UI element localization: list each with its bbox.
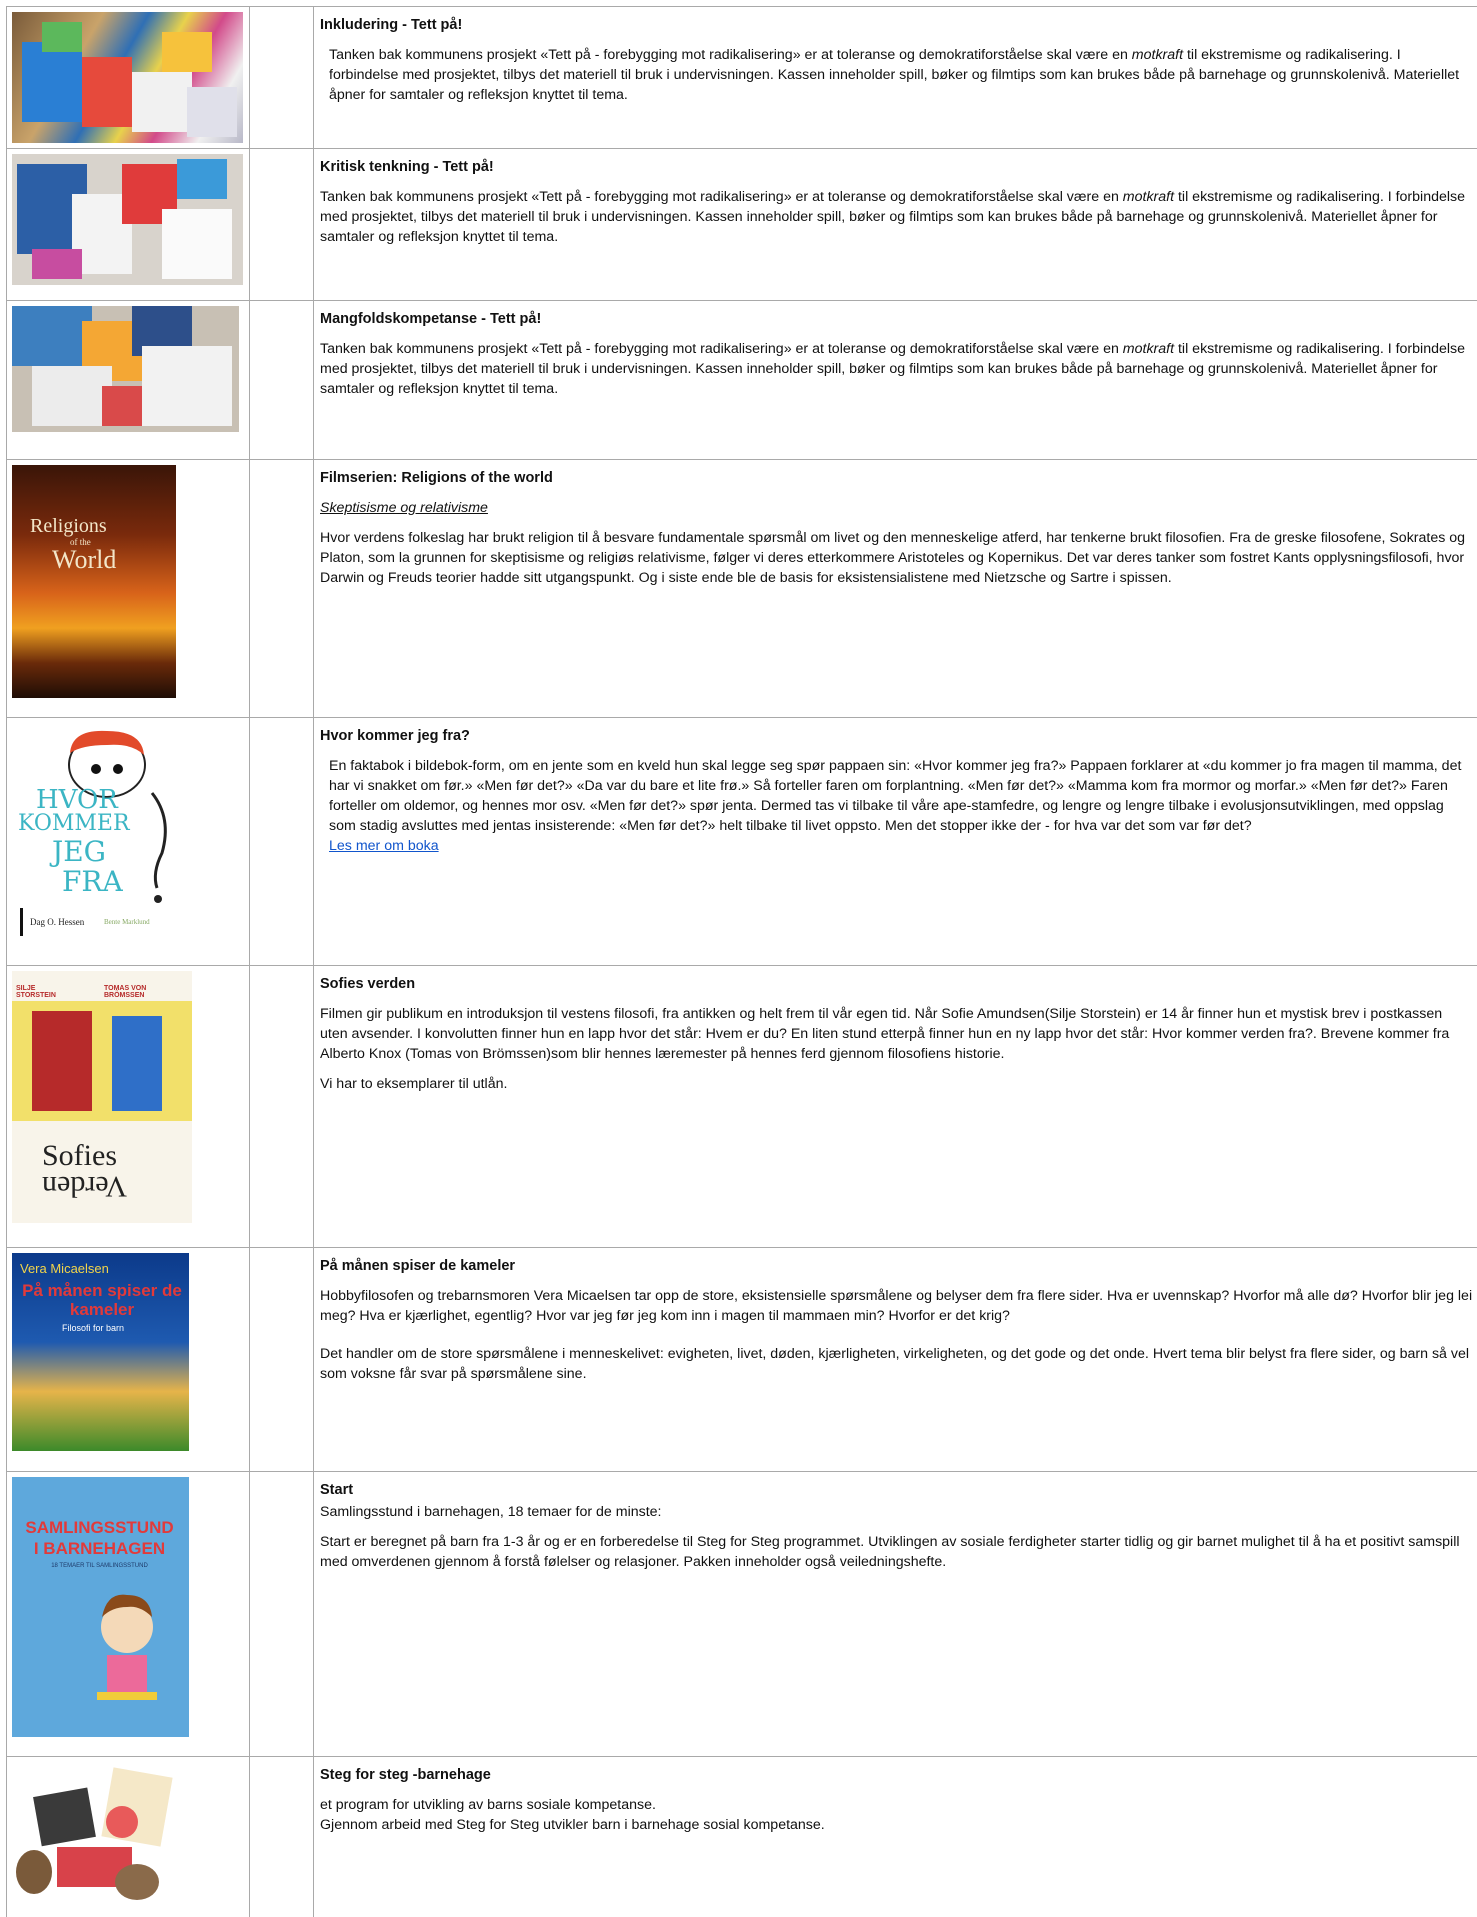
table-row: SAMLINGSSTUND I BARNEHAGEN 18 TEMAER TIL…: [6, 1471, 1477, 1756]
description-cell: Inkludering - Tett på! Tanken bak kommun…: [314, 7, 1477, 148]
description-cell: Sofies verden Filmen gir publikum en int…: [314, 966, 1477, 1247]
photo-cell: [6, 149, 250, 300]
cover-word-2: Verden: [42, 1170, 127, 1203]
cover-word-1: Sofies: [42, 1139, 117, 1172]
item-description: En faktabok i bildebok-form, om en jente…: [329, 758, 1462, 834]
empty-cell: [250, 1757, 314, 1917]
item-title: Mangfoldskompetanse - Tett på!: [320, 311, 542, 327]
item-subline: Samlingsstund i barnehagen, 18 temaer fo…: [320, 1504, 662, 1520]
empty-cell: [250, 966, 314, 1247]
description-cell: Start Samlingsstund i barnehagen, 18 tem…: [314, 1472, 1477, 1756]
empty-cell: [250, 301, 314, 459]
book-cover-hvor-kommer-jeg-fra: HVOR KOMMER JEG FRA Dag O. Hessen Bente …: [12, 723, 187, 943]
item-title: Kritisk tenkning - Tett på!: [320, 159, 494, 175]
empty-cell: [250, 1472, 314, 1756]
item-description: et program for utvikling av barns sosial…: [320, 1797, 656, 1813]
desc-text: Tanken bak kommunens prosjekt «Tett på -…: [320, 341, 1123, 357]
item-description: Tanken bak kommunens prosjekt «Tett på -…: [320, 45, 1473, 105]
table-row: Inkludering - Tett på! Tanken bak kommun…: [6, 6, 1477, 148]
item-description: Tanken bak kommunens prosjekt «Tett på -…: [320, 339, 1473, 399]
item-title: Filmserien: Religions of the world: [320, 470, 553, 486]
cover-actor-1: SILJE STORSTEIN: [16, 985, 56, 999]
photo-cell: HVOR KOMMER JEG FRA Dag O. Hessen Bente …: [6, 718, 250, 965]
item-subtitle: Skeptisisme og relativisme: [320, 500, 488, 516]
photo-cell: SILJE STORSTEIN TOMAS VON BRÖMSSEN Sofie…: [6, 966, 250, 1247]
kit-photo-inkludering: [12, 12, 243, 143]
cover-word-3: JEG: [52, 835, 107, 868]
item-description: Filmen gir publikum en introduksjon til …: [320, 1006, 1450, 1062]
desc-text: Tanken bak kommunens prosjekt «Tett på -…: [329, 47, 1132, 63]
read-more-link[interactable]: Les mer om boka: [329, 838, 439, 854]
kit-illustration: [16, 1767, 173, 1900]
cover-illustrator: Bente Marklund: [104, 918, 150, 926]
description-cell: Kritisk tenkning - Tett på! Tanken bak k…: [314, 149, 1477, 300]
item-title: Sofies verden: [320, 976, 416, 992]
item-title: Start: [320, 1482, 354, 1498]
book-cover-samlingsstund: SAMLINGSSTUND I BARNEHAGEN 18 TEMAER TIL…: [12, 1477, 189, 1737]
empty-cell: [250, 718, 314, 965]
desc-emphasis: motkraft: [1131, 47, 1184, 63]
photo-cell: [6, 1757, 250, 1917]
item-note: Vi har to eksemplarer til utlån.: [320, 1076, 508, 1092]
description-cell: Mangfoldskompetanse - Tett på! Tanken ba…: [314, 301, 1477, 459]
cover-title-2: World: [52, 545, 117, 574]
table-row: Vera Micaelsen På månen spiser de kamele…: [6, 1247, 1477, 1471]
book-cover-pa-manen: Vera Micaelsen På månen spiser de kamele…: [12, 1253, 189, 1451]
item-description: Hvor verdens folkeslag har brukt religio…: [320, 530, 1466, 586]
kit-photo-kritisk-tenkning: [12, 154, 243, 285]
kit-photo-mangfoldskompetanse: [12, 306, 239, 432]
cover-author: Dag O. Hessen: [30, 917, 85, 927]
empty-cell: [250, 460, 314, 717]
dvd-cover-religions: Religions of the World: [12, 465, 176, 698]
cover-word-2: KOMMER: [18, 811, 130, 836]
dvd-cover-sofies-verden: SILJE STORSTEIN TOMAS VON BRÖMSSEN Sofie…: [12, 971, 192, 1223]
cover-title: På månen spiser de kameler: [22, 1281, 182, 1319]
resource-table: Inkludering - Tett på! Tanken bak kommun…: [6, 6, 1477, 1917]
photo-cell: [6, 301, 250, 459]
cover-title: Religions: [30, 515, 107, 537]
empty-cell: [250, 1248, 314, 1471]
item-title: Steg for steg -barnehage: [320, 1767, 491, 1783]
description-cell: Hvor kommer jeg fra? En faktabok i bilde…: [314, 718, 1477, 965]
desc-emphasis: motkraft: [1122, 341, 1175, 357]
table-row: HVOR KOMMER JEG FRA Dag O. Hessen Bente …: [6, 717, 1477, 965]
item-title: Inkludering - Tett på!: [320, 17, 463, 33]
photo-cell: Religions of the World: [6, 460, 250, 717]
cover-actor-2: TOMAS VON BRÖMSSEN: [104, 985, 147, 999]
photo-cell: [6, 7, 250, 148]
cover-illustration: [97, 1594, 157, 1700]
table-row: Steg for steg -barnehage et program for …: [6, 1756, 1477, 1917]
item-description: Start er beregnet på barn fra 1-3 år og …: [320, 1534, 1460, 1570]
item-description: Hobbyfilosofen og trebarnsmoren Vera Mic…: [320, 1288, 1473, 1324]
table-row: SILJE STORSTEIN TOMAS VON BRÖMSSEN Sofie…: [6, 965, 1477, 1247]
photo-cell: Vera Micaelsen På månen spiser de kamele…: [6, 1248, 250, 1471]
item-description: Tanken bak kommunens prosjekt «Tett på -…: [320, 187, 1473, 247]
description-cell: Steg for steg -barnehage et program for …: [314, 1757, 1477, 1917]
desc-emphasis: motkraft: [1122, 189, 1175, 205]
empty-cell: [250, 149, 314, 300]
cover-author: Vera Micaelsen: [20, 1261, 109, 1276]
description-cell: På månen spiser de kameler Hobbyfilosofe…: [314, 1248, 1477, 1471]
item-title: På månen spiser de kameler: [320, 1258, 516, 1274]
item-description-2: Det handler om de store spørsmålene i me…: [320, 1346, 1470, 1382]
item-title: Hvor kommer jeg fra?: [320, 728, 470, 744]
photo-cell: SAMLINGSSTUND I BARNEHAGEN 18 TEMAER TIL…: [6, 1472, 250, 1756]
kit-photo-steg-for-steg: [12, 1762, 182, 1912]
empty-cell: [250, 7, 314, 148]
item-description-2: Gjennom arbeid med Steg for Steg utvikle…: [320, 1817, 825, 1833]
table-row: Kritisk tenkning - Tett på! Tanken bak k…: [6, 148, 1477, 300]
table-row: Religions of the World Filmserien: Relig…: [6, 459, 1477, 717]
description-cell: Filmserien: Religions of the world Skept…: [314, 460, 1477, 717]
cover-word-4: FRA: [62, 865, 123, 898]
cover-subtitle: Filosofi for barn: [62, 1323, 125, 1333]
desc-text: Tanken bak kommunens prosjekt «Tett på -…: [320, 189, 1123, 205]
table-row: Mangfoldskompetanse - Tett på! Tanken ba…: [6, 300, 1477, 459]
